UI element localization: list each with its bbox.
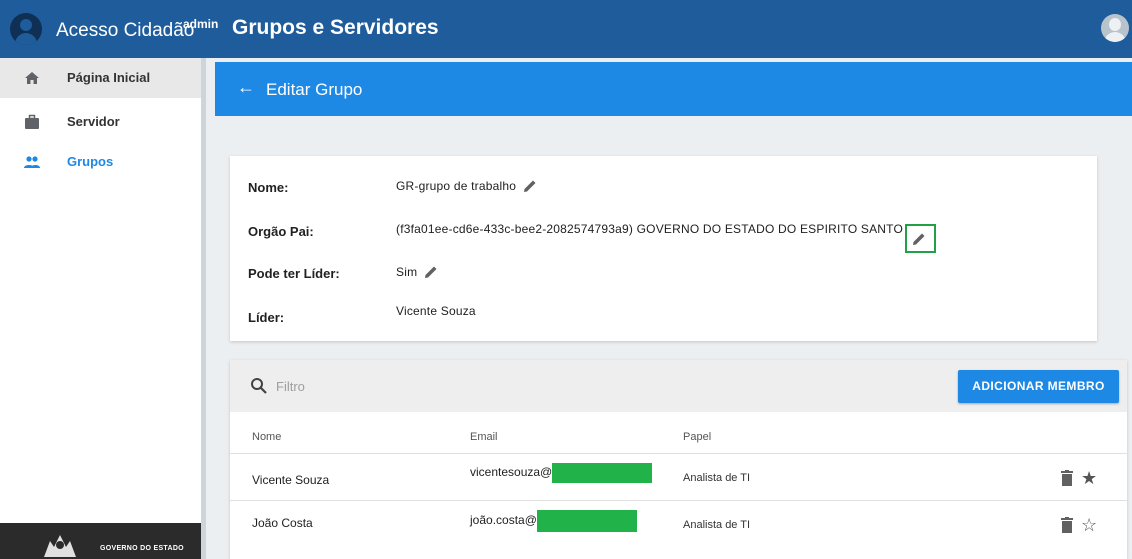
lider-value: Vicente Souza <box>396 304 476 318</box>
state-emblem-icon <box>44 535 76 557</box>
page-title: Grupos e Servidores <box>232 16 439 39</box>
redacted-block <box>552 463 653 483</box>
nome-value-wrap: GR-grupo de trabalho <box>396 178 538 194</box>
home-icon <box>25 72 39 84</box>
sidebar-item-label: Grupos <box>67 154 114 169</box>
user-avatar[interactable] <box>1101 14 1129 42</box>
people-icon <box>24 156 40 168</box>
account-circle-icon[interactable] <box>10 13 42 45</box>
sidebar-item-grupos[interactable]: Grupos <box>0 142 201 182</box>
sidebar-item-servidor[interactable]: Servidor <box>0 102 201 142</box>
app-title: Acesso Cidadão <box>56 20 195 41</box>
member-email-wrap: joão.costa@ <box>470 510 637 532</box>
sidebar-item-pagina-inicial[interactable]: Página Inicial <box>0 58 201 98</box>
orgao-pai-row: Orgão Pai: (f3fa01ee-cd6e-433c-bee2-2082… <box>230 222 1097 253</box>
column-header-papel[interactable]: Papel <box>683 431 711 443</box>
top-app-bar: Acesso Cidadão admin Grupos e Servidores <box>0 0 1132 58</box>
sidebar-item-label: Servidor <box>67 114 120 129</box>
trash-icon[interactable] <box>1061 470 1073 486</box>
member-name: João Costa <box>252 516 313 530</box>
admin-badge: admin <box>183 17 219 31</box>
filter-input[interactable]: Filtro <box>276 379 305 394</box>
star-filled-icon[interactable]: ★ <box>1081 469 1097 487</box>
highlighted-edit-button[interactable] <box>905 224 937 253</box>
edit-group-header: ← Editar Grupo <box>215 62 1132 116</box>
nome-value: GR-grupo de trabalho <box>396 179 517 193</box>
nome-row: Nome: GR-grupo de trabalho <box>230 178 1097 198</box>
column-header-email[interactable]: Email <box>470 431 498 443</box>
sidebar: Página Inicial Servidor Grupos GOVERNO D… <box>0 58 206 559</box>
footer-text: GOVERNO DO ESTADO <box>100 545 184 552</box>
member-email-wrap: vicentesouza@ <box>470 463 653 483</box>
edit-group-title: Editar Grupo <box>266 80 363 99</box>
lider-label: Líder: <box>248 310 285 325</box>
members-card: Filtro ADICIONAR MEMBRO Nome Email Papel… <box>230 360 1127 559</box>
table-row[interactable]: João Costa joão.costa@ Analista de TI ☆ <box>230 500 1127 547</box>
briefcase-icon <box>25 114 39 129</box>
sidebar-footer: GOVERNO DO ESTADO <box>0 523 201 559</box>
arrow-left-icon[interactable]: ← <box>237 77 255 98</box>
filter-bar: Filtro ADICIONAR MEMBRO <box>230 360 1127 412</box>
pode-ter-lider-row: Pode ter Líder: Sim <box>230 264 1097 284</box>
pode-ter-lider-label: Pode ter Líder: <box>248 266 340 281</box>
orgao-pai-label: Orgão Pai: <box>248 224 314 239</box>
member-role: Analista de TI <box>683 472 751 484</box>
column-header-nome[interactable]: Nome <box>252 431 281 443</box>
search-icon <box>251 378 267 394</box>
lider-row: Líder: Vicente Souza <box>230 304 1097 325</box>
member-role: Analista de TI <box>683 519 751 531</box>
member-email: vicentesouza@ <box>470 465 553 480</box>
orgao-pai-value: (f3fa01ee-cd6e-433c-bee2-2082574793a9) G… <box>396 222 904 236</box>
pencil-icon[interactable] <box>522 178 538 194</box>
redacted-block <box>536 510 637 532</box>
sidebar-item-label: Página Inicial <box>67 70 151 85</box>
add-member-button[interactable]: ADICIONAR MEMBRO <box>958 370 1119 403</box>
nome-label: Nome: <box>248 180 289 195</box>
table-row[interactable]: Vicente Souza vicentesouza@ Analista de … <box>230 453 1127 500</box>
orgao-pai-value-wrap: (f3fa01ee-cd6e-433c-bee2-2082574793a9) G… <box>396 222 937 253</box>
pencil-icon[interactable] <box>423 264 439 280</box>
member-name: Vicente Souza <box>252 473 330 487</box>
star-outline-icon[interactable]: ☆ <box>1081 516 1097 534</box>
pode-ter-lider-value-wrap: Sim <box>396 264 439 280</box>
group-info-card: Nome: GR-grupo de trabalho Orgão Pai: (f… <box>230 156 1097 341</box>
pencil-icon[interactable] <box>911 231 927 247</box>
member-email: joão.costa@ <box>470 513 537 528</box>
pode-ter-lider-value: Sim <box>396 265 418 279</box>
trash-icon[interactable] <box>1061 517 1073 533</box>
